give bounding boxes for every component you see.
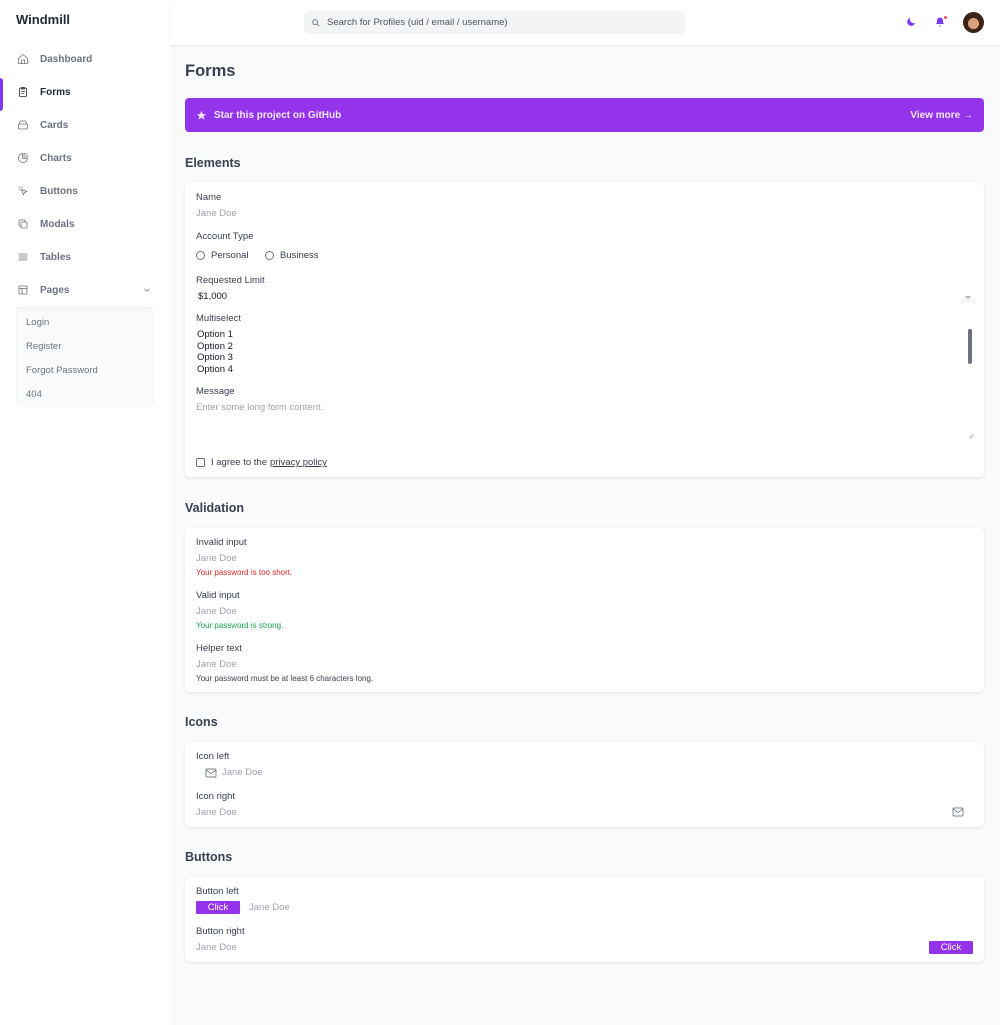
pages-icon (17, 284, 29, 296)
search-bar (304, 11, 685, 34)
radio-circle[interactable] (196, 251, 205, 260)
elements-card: Name Jane Doe Account Type Personal Busi… (185, 182, 984, 477)
forms-icon (17, 86, 29, 98)
helper-help-text: Your password must be at least 6 charact… (196, 674, 374, 683)
sidebar-item-cards[interactable]: Cards (0, 113, 170, 137)
radio-personal[interactable]: Personal (196, 250, 249, 261)
message-textarea[interactable]: Enter some long form content. (196, 402, 323, 413)
pages-submenu: Login Register Forgot Password 404 (16, 307, 153, 407)
sidebar-item-label: Charts (40, 152, 72, 164)
mail-icon (205, 768, 217, 778)
icon-right-label: Icon right (196, 791, 236, 802)
invalid-help-text: Your password is too short. (196, 568, 293, 577)
tables-icon (17, 251, 29, 263)
valid-input-label: Valid input (196, 590, 240, 601)
sidebar-item-label: Forms (40, 86, 71, 98)
icon-left-label: Icon left (196, 751, 230, 762)
submenu-item-login[interactable]: Login (16, 311, 153, 335)
sidebar-item-charts[interactable]: Charts (0, 146, 170, 170)
sidebar-item-label: Modals (40, 218, 75, 230)
sidebar-item-pages[interactable]: Pages (0, 278, 170, 302)
buttons-card: Button left Click Jane Doe Button right … (185, 877, 984, 962)
chevron-down-icon[interactable] (964, 293, 972, 301)
submenu-item-forgot-password[interactable]: Forgot Password (16, 359, 153, 383)
validation-card: Invalid input Jane Doe Your password is … (185, 528, 984, 692)
section-title-elements: Elements (185, 156, 241, 170)
button-right-label: Button right (196, 926, 245, 937)
click-button-left[interactable]: Click (196, 901, 240, 914)
multiselect-label: Multiselect (196, 313, 241, 324)
sidebar: Windmill Dashboard Forms Cards Charts Bu… (0, 0, 170, 1025)
privacy-policy-link[interactable]: privacy policy (270, 457, 327, 468)
github-banner[interactable]: Star this project on GitHub View more → (185, 98, 984, 132)
search-input[interactable] (327, 17, 667, 28)
radio-personal-label: Personal (211, 250, 249, 261)
resize-handle-icon[interactable] (967, 432, 974, 439)
multiselect-scrollbar[interactable] (968, 329, 972, 364)
sidebar-item-label: Tables (40, 251, 71, 263)
top-header (170, 0, 1000, 45)
account-type-label: Account Type (196, 231, 254, 242)
sidebar-item-modals[interactable]: Modals (0, 212, 170, 236)
section-title-icons: Icons (185, 715, 218, 729)
helper-text-label: Helper text (196, 643, 242, 654)
radio-circle[interactable] (265, 251, 274, 260)
cursor-icon (17, 185, 29, 197)
helper-text-input[interactable]: Jane Doe (196, 659, 237, 670)
modals-icon (17, 218, 29, 230)
sidebar-item-label: Dashboard (40, 53, 93, 65)
valid-help-text: Your password is strong. (196, 621, 284, 630)
banner-text: Star this project on GitHub (214, 109, 342, 121)
sidebar-item-label: Pages (40, 284, 70, 296)
privacy-checkbox[interactable]: I agree to the privacy policy (196, 457, 327, 468)
sidebar-item-tables[interactable]: Tables (0, 245, 170, 269)
invalid-input[interactable]: Jane Doe (196, 553, 237, 564)
requested-limit-label: Requested Limit (196, 275, 265, 286)
view-more-link[interactable]: View more → (910, 110, 973, 121)
main-content: Forms Star this project on GitHub View m… (170, 45, 1000, 1025)
sidebar-item-forms[interactable]: Forms (0, 80, 170, 104)
multiselect-option[interactable]: Option 4 (197, 364, 233, 375)
click-button-right[interactable]: Click (929, 941, 973, 954)
submenu-item-register[interactable]: Register (16, 335, 153, 359)
invalid-input-label: Invalid input (196, 537, 247, 548)
submenu-item-404[interactable]: 404 (16, 382, 153, 406)
button-right-input[interactable]: Jane Doe (196, 942, 237, 953)
home-icon (17, 53, 29, 65)
notification-dot (943, 15, 948, 20)
search-icon (312, 18, 320, 27)
radio-business-label: Business (280, 250, 319, 261)
multiselect-option[interactable]: Option 2 (197, 341, 233, 352)
valid-input[interactable]: Jane Doe (196, 606, 237, 617)
requested-limit-select[interactable]: $1,000 (198, 291, 227, 302)
sidebar-item-label: Buttons (40, 185, 78, 197)
icons-card: Icon left Jane Doe Icon right Jane Doe (185, 742, 984, 827)
message-label: Message (196, 386, 235, 397)
mail-icon (952, 807, 964, 817)
section-title-validation: Validation (185, 501, 245, 515)
icon-left-input[interactable]: Jane Doe (222, 767, 263, 778)
agree-text: I agree to the (211, 457, 267, 468)
chevron-down-icon (142, 285, 152, 295)
checkbox-box[interactable] (196, 458, 205, 467)
brand-logo[interactable]: Windmill (16, 12, 70, 27)
avatar[interactable] (963, 12, 984, 33)
cards-icon (17, 119, 29, 131)
icon-right-input[interactable]: Jane Doe (196, 807, 237, 818)
button-left-label: Button left (196, 886, 239, 897)
radio-business[interactable]: Business (265, 250, 319, 261)
chart-icon (17, 152, 29, 164)
multiselect-option[interactable]: Option 1 (197, 329, 233, 340)
section-title-buttons: Buttons (185, 850, 233, 864)
sidebar-item-label: Cards (40, 119, 69, 131)
sidebar-item-buttons[interactable]: Buttons (0, 179, 170, 203)
moon-icon[interactable] (905, 16, 917, 28)
page-title: Forms (185, 62, 236, 80)
sidebar-item-dashboard[interactable]: Dashboard (0, 47, 170, 71)
star-icon (196, 110, 207, 120)
multiselect-option[interactable]: Option 3 (197, 352, 233, 363)
name-input[interactable]: Jane Doe (196, 208, 237, 219)
button-left-input[interactable]: Jane Doe (249, 902, 290, 913)
name-label: Name (196, 192, 222, 203)
